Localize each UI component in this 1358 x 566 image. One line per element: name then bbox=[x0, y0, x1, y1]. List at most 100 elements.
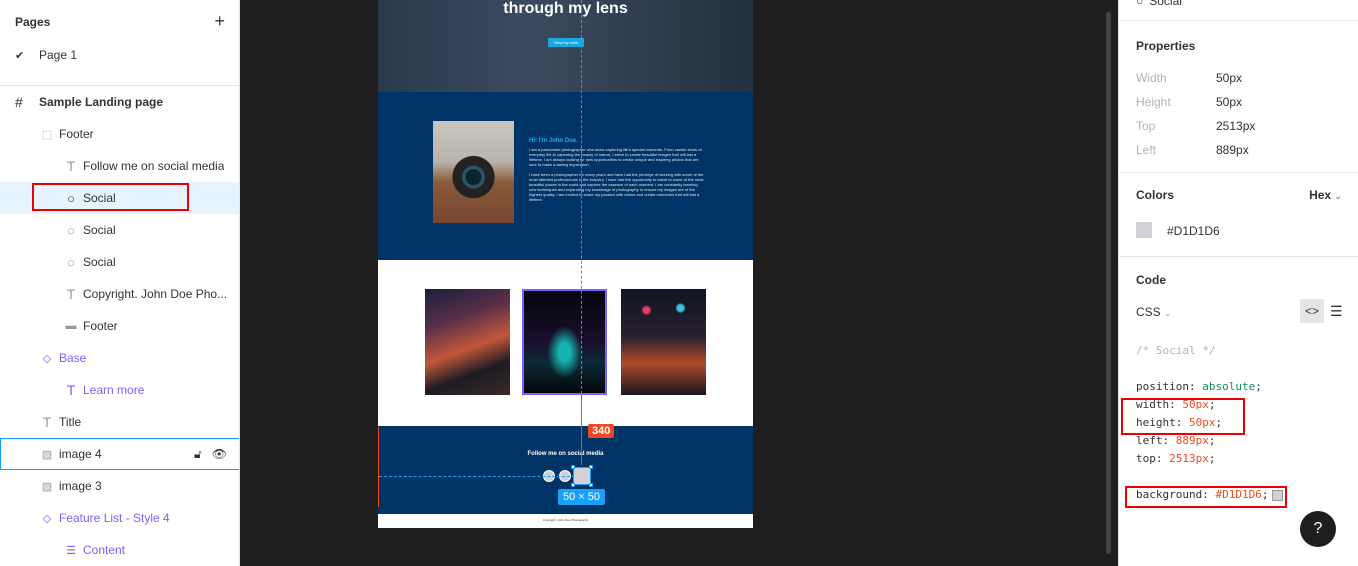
follow-text: Follow me on social media bbox=[527, 451, 604, 457]
hero-title: through my lens bbox=[503, 0, 628, 17]
gallery-section bbox=[378, 260, 753, 426]
code-property: left: bbox=[1136, 434, 1176, 447]
layer-label: image 4 bbox=[59, 447, 102, 461]
text-icon: T bbox=[66, 382, 76, 398]
about-text: I am a passionate photographer who loves… bbox=[529, 147, 705, 202]
resize-handle[interactable] bbox=[571, 465, 575, 469]
code-value: #D1D1D6 bbox=[1215, 488, 1262, 501]
layer-item-selected[interactable]: ○ Social bbox=[0, 182, 239, 214]
guide-line bbox=[379, 476, 575, 477]
code-value: absolute bbox=[1202, 380, 1256, 393]
resize-handle[interactable] bbox=[571, 483, 575, 487]
portrait-image bbox=[433, 121, 514, 223]
property-label: Top bbox=[1136, 119, 1156, 133]
property-value: 50px bbox=[1216, 71, 1243, 85]
list-view-icon[interactable]: ☰ bbox=[1330, 303, 1343, 320]
divider bbox=[1119, 172, 1358, 173]
color-swatch[interactable] bbox=[1136, 222, 1152, 238]
code-value: 889px bbox=[1175, 434, 1209, 447]
property-value: 889px bbox=[1216, 143, 1249, 157]
component-icon: ◇ bbox=[42, 352, 52, 365]
hero-button: View my work bbox=[548, 38, 584, 47]
page-item-label: Page 1 bbox=[39, 48, 78, 62]
plus-icon[interactable]: + bbox=[214, 12, 225, 30]
resize-handle[interactable] bbox=[589, 465, 593, 469]
layer-item[interactable]: ☰ Content bbox=[0, 534, 239, 566]
property-row: Height 50px bbox=[1136, 95, 1336, 109]
image-icon: ▨ bbox=[41, 480, 53, 493]
measure-line bbox=[581, 395, 582, 465]
layer-item-hovered[interactable]: ▨ image 4 🔓︎ 👁︎ bbox=[0, 438, 239, 470]
text-icon: T bbox=[66, 158, 76, 174]
property-row: Width 50px bbox=[1136, 71, 1336, 85]
layer-item[interactable]: ▬ Footer bbox=[0, 310, 239, 342]
gallery-image-selected bbox=[522, 289, 607, 395]
eye-icon[interactable]: 👁︎ bbox=[212, 447, 227, 462]
code-color-swatch bbox=[1272, 489, 1284, 501]
chevron-down-icon: ⌄ bbox=[1334, 191, 1342, 201]
divider bbox=[1119, 256, 1358, 257]
code-line-left: left: 889px; bbox=[1136, 434, 1216, 447]
code-language-select[interactable]: CSS ⌄ bbox=[1136, 305, 1172, 319]
gallery-image bbox=[425, 289, 510, 395]
layer-label: Social bbox=[83, 223, 116, 237]
about-paragraph: I have been a photographer for many year… bbox=[529, 172, 704, 202]
code-line-width: width: 50px; bbox=[1136, 398, 1216, 411]
help-button[interactable]: ? bbox=[1300, 511, 1336, 547]
code-property: width: bbox=[1136, 398, 1183, 411]
code-comment: /* Social */ bbox=[1136, 344, 1216, 357]
code-title: Code bbox=[1136, 273, 1166, 287]
hero-section: through my lens View my work bbox=[378, 0, 753, 92]
selected-layer-header: ○ Social bbox=[1136, 0, 1182, 8]
chevron-down-icon: ⌄ bbox=[1164, 308, 1172, 318]
layer-item[interactable]: ⬚ Footer bbox=[0, 118, 239, 150]
layer-item[interactable]: ○ Social bbox=[0, 214, 239, 246]
layer-frame-sample-landing-page[interactable]: # Sample Landing page bbox=[0, 86, 239, 118]
layer-item[interactable]: T Follow me on social media bbox=[0, 150, 239, 182]
layer-label: Title bbox=[59, 415, 82, 429]
code-view-icon[interactable]: <> bbox=[1300, 299, 1324, 323]
property-value: 50px bbox=[1216, 95, 1243, 109]
canvas-scrollbar[interactable] bbox=[1106, 12, 1111, 554]
properties-title: Properties bbox=[1136, 39, 1196, 53]
layer-item[interactable]: ◇ Feature List - Style 4 bbox=[0, 502, 239, 534]
color-value[interactable]: #D1D1D6 bbox=[1167, 224, 1220, 238]
layer-item[interactable]: T Copyright. John Doe Pho... bbox=[0, 278, 239, 310]
layer-label: Footer bbox=[83, 319, 118, 333]
landing-page-frame[interactable]: through my lens View my work Hi! I'm Joh… bbox=[378, 0, 753, 528]
layer-tools: 🔓︎ 👁︎ bbox=[194, 447, 227, 462]
ellipse-icon: ○ bbox=[1136, 0, 1144, 8]
property-row: Top 2513px bbox=[1136, 119, 1336, 133]
rectangle-icon: ▬ bbox=[65, 320, 77, 332]
unlock-icon[interactable]: 🔓︎ bbox=[194, 447, 202, 462]
colors-title: Colors bbox=[1136, 188, 1175, 202]
ellipse-icon: ○ bbox=[67, 222, 75, 238]
layer-label: Social bbox=[83, 255, 116, 269]
code-language-value: CSS bbox=[1136, 305, 1161, 319]
size-label: 50 × 50 bbox=[558, 489, 606, 505]
layer-item[interactable]: ○ Social bbox=[0, 246, 239, 278]
layer-item[interactable]: T Title bbox=[0, 406, 239, 438]
color-format-select[interactable]: Hex ⌄ bbox=[1309, 188, 1342, 202]
image-icon: ▨ bbox=[41, 448, 53, 461]
layer-label: Learn more bbox=[83, 383, 145, 397]
component-icon: ◇ bbox=[42, 512, 52, 525]
page-item-page-1[interactable]: ✔ Page 1 bbox=[15, 47, 77, 63]
code-value: 50px bbox=[1188, 416, 1216, 429]
layer-label: Footer bbox=[59, 127, 94, 141]
layer-item[interactable]: ▨ image 3 bbox=[0, 470, 239, 502]
color-format-value: Hex bbox=[1309, 188, 1332, 202]
check-icon: ✔ bbox=[15, 49, 25, 62]
layer-item[interactable]: ◇ Base bbox=[0, 342, 239, 374]
layer-label: Sample Landing page bbox=[39, 95, 164, 109]
code-line-top: top: 2513px; bbox=[1136, 452, 1216, 465]
layer-item[interactable]: T Learn more bbox=[0, 374, 239, 406]
frame-icon: ⬚ bbox=[41, 128, 53, 141]
resize-handle[interactable] bbox=[589, 483, 593, 487]
layers-panel: Pages + ✔ Page 1 # Sample Landing page ⬚… bbox=[0, 0, 240, 566]
property-row: Left 889px bbox=[1136, 143, 1336, 157]
pages-title: Pages bbox=[15, 15, 51, 29]
canvas[interactable]: through my lens View my work Hi! I'm Joh… bbox=[240, 0, 1118, 566]
selected-social-element[interactable] bbox=[571, 465, 593, 487]
measure-line bbox=[378, 427, 379, 507]
